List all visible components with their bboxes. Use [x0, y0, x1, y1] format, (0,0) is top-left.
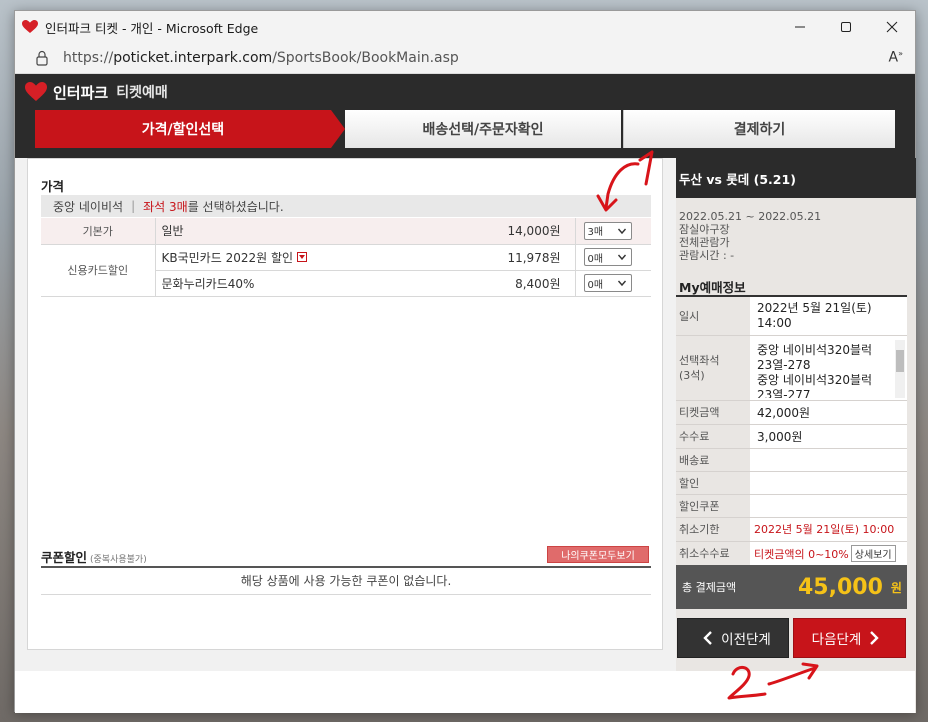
game-period: 2022.05.21 ~ 2022.05.21: [679, 210, 822, 223]
delivery-label: 배송료: [676, 448, 750, 472]
chevron-right-icon: [870, 631, 880, 645]
price-panel: 가격 중앙 네이비석 | 좌석 3매 를 선택하셨습니다. 기본가 일반 14,…: [27, 158, 663, 650]
seat-count-label: (3석): [679, 368, 705, 382]
maximize-icon: [841, 22, 851, 32]
close-button[interactable]: [869, 11, 915, 43]
qty-select-kb[interactable]: 0매: [583, 248, 632, 266]
cancel-fee-label: 취소수수료: [676, 541, 750, 566]
window-controls: [777, 11, 915, 43]
coupon-empty-message: 해당 상품에 사용 가능한 쿠폰이 없습니다.: [41, 568, 651, 595]
browser-window: 인터파크 티켓 - 개인 - Microsoft Edge https://po…: [14, 10, 916, 713]
brand-bar: 인터파크 티켓예매: [15, 74, 915, 110]
table-row: 취소수수료 티켓금액의 0~10% 상세보기: [676, 541, 907, 566]
window-title: 인터파크 티켓 - 개인 - Microsoft Edge: [45, 20, 259, 36]
table-row: 일시 2022년 5월 21일(토) 14:00: [676, 297, 907, 336]
seat-summary: 중앙 네이비석 | 좌석 3매 를 선택하셨습니다.: [41, 195, 651, 217]
cancel-fee-value: 티켓금액의 0~10%: [754, 547, 849, 561]
booking-info-table: 일시 2022년 5월 21일(토) 14:00 선택좌석 (3석) 중앙 네이…: [676, 297, 907, 566]
minimize-button[interactable]: [777, 11, 823, 43]
price-value: 8,400원: [465, 270, 576, 297]
price-category: 기본가: [41, 218, 156, 245]
maximize-button[interactable]: [823, 11, 869, 43]
steps-bar: 가격/할인선택 배송선택/주문자확인 결제하기: [15, 110, 915, 158]
qty-select-munhwa[interactable]: 0매: [583, 274, 632, 292]
game-info: 2022.05.21 ~ 2022.05.21 잠실야구장 전체관람가 관람시간…: [676, 198, 916, 262]
interpark-heart-icon: [21, 18, 39, 36]
coupon-label: 할인쿠폰: [676, 494, 750, 518]
interpark-logo-icon: [25, 82, 47, 101]
next-step-button[interactable]: 다음단계: [793, 618, 906, 658]
game-age: 전체관람가: [679, 236, 730, 249]
title-bar: 인터파크 티켓 - 개인 - Microsoft Edge: [15, 11, 915, 43]
detail-button[interactable]: 상세보기: [850, 544, 896, 562]
booking-sidebar: 두산 vs 롯데 (5.21) 2022.05.21 ~ 2022.05.21 …: [676, 158, 916, 713]
seat-suffix: 를 선택하셨습니다.: [187, 199, 284, 214]
price-value: 14,000원: [465, 218, 576, 245]
price-name: 문화누리카드40%: [155, 270, 465, 297]
step-payment: 결제하기: [623, 110, 895, 148]
table-row: 선택좌석 (3석) 중앙 네이비석320블럭 23열-278 중앙 네이비석32…: [676, 335, 907, 401]
fee-label: 수수료: [676, 424, 750, 449]
url-text[interactable]: https://poticket.interpark.com/SportsBoo…: [63, 50, 459, 66]
seat-count: 좌석 3매: [143, 199, 188, 214]
table-row: 신용카드할인 KB국민카드 2022원 할인 11,978원 0매: [41, 244, 651, 297]
page-content: 인터파크 티켓예매 가격/할인선택 배송선택/주문자확인 결제하기 가격 중앙 …: [15, 74, 916, 713]
time-value: 14:00: [757, 315, 792, 330]
cancel-deadline-value: 2022년 5월 21일(토) 10:00: [750, 517, 907, 542]
seat-label: 선택좌석: [679, 353, 720, 367]
price-name: 일반: [155, 218, 465, 245]
read-aloud-icon[interactable]: A»: [889, 49, 903, 66]
chevron-down-icon: [617, 280, 626, 287]
table-row: 취소기한 2022년 5월 21일(토) 10:00: [676, 517, 907, 542]
total-label: 총 결제금액: [682, 581, 737, 594]
seat-list[interactable]: 중앙 네이비석320블럭 23열-278 중앙 네이비석320블럭 23열-27…: [757, 338, 907, 398]
lock-icon: [36, 50, 48, 66]
step-price-discount: 가격/할인선택: [35, 110, 331, 148]
ticket-amount-value: 42,000원: [750, 400, 907, 425]
chevron-down-icon: [617, 254, 626, 261]
date-label: 일시: [676, 297, 750, 336]
table-row: 수수료 3,000원: [676, 424, 907, 449]
brand-subtitle: 티켓예매: [116, 85, 168, 101]
ticket-amount-label: 티켓금액: [676, 400, 750, 425]
game-venue: 잠실야구장: [679, 223, 730, 236]
coupon-section-title: 쿠폰할인 (중복사용불가): [41, 550, 147, 565]
my-coupons-button[interactable]: 나의쿠폰모두보기: [547, 546, 649, 563]
game-runtime: 관람시간 : -: [679, 249, 735, 262]
chevron-down-icon: [617, 228, 626, 234]
chevron-left-icon: [703, 631, 713, 645]
total-amount: 총 결제금액 45,000 원: [676, 565, 907, 609]
price-category: 신용카드할인: [41, 244, 156, 297]
price-section-title: 가격: [41, 179, 65, 194]
price-table: 기본가 일반 14,000원 3매 신용카드할인 KB국민카드 2022원 할인: [41, 218, 651, 297]
close-icon: [886, 21, 898, 33]
brand-name: 인터파크: [53, 83, 109, 102]
coupon-note: (중복사용불가): [90, 555, 147, 565]
game-title: 두산 vs 롯데 (5.21): [676, 158, 916, 198]
discount-label: 할인: [676, 471, 750, 495]
table-row: 할인: [676, 471, 907, 495]
qty-select-general[interactable]: 3매: [583, 221, 632, 240]
total-unit: 원: [890, 580, 902, 595]
prev-step-button[interactable]: 이전단계: [677, 618, 789, 658]
table-row: 배송료: [676, 448, 907, 472]
step-delivery: 배송선택/주문자확인: [345, 110, 621, 148]
total-value: 45,000: [798, 574, 883, 600]
dropdown-toggle-icon[interactable]: [297, 252, 308, 262]
cancel-deadline-label: 취소기한: [676, 517, 750, 542]
address-bar[interactable]: https://poticket.interpark.com/SportsBoo…: [15, 43, 915, 74]
seat-grade: 중앙 네이비석: [53, 199, 124, 214]
minimize-icon: [795, 26, 805, 28]
my-booking-title: My예매정보: [679, 280, 746, 295]
seat-list-scrollbar[interactable]: [895, 339, 905, 398]
price-value: 11,978원: [465, 244, 576, 271]
date-value: 2022년 5월 21일(토): [757, 300, 872, 315]
fee-value: 3,000원: [750, 424, 907, 449]
bottom-area: [15, 671, 915, 713]
table-row: 티켓금액 42,000원: [676, 400, 907, 425]
price-name: KB국민카드 2022원 할인: [161, 250, 294, 265]
table-row: 할인쿠폰: [676, 494, 907, 518]
table-row: 기본가 일반 14,000원 3매: [41, 218, 651, 245]
step-arrow: [331, 110, 345, 148]
